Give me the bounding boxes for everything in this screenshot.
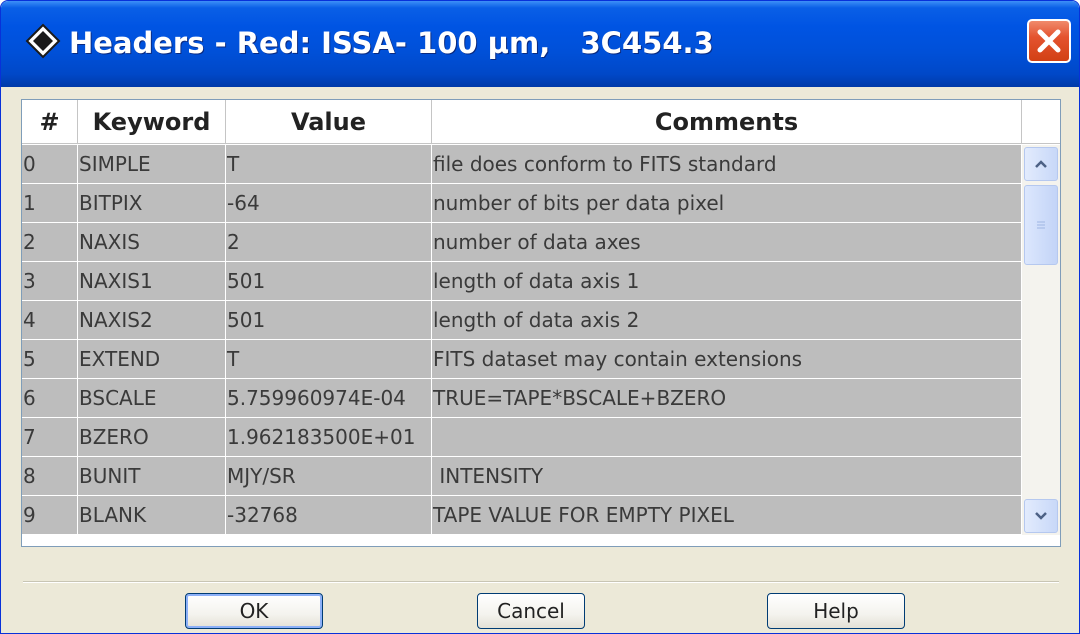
row-number: 1 [22, 184, 78, 223]
keyword-cell: NAXIS [78, 223, 226, 262]
keyword-cell: BUNIT [78, 457, 226, 496]
cancel-button[interactable]: Cancel [477, 593, 585, 629]
row-number: 9 [22, 496, 78, 535]
comment-cell: TAPE VALUE FOR EMPTY PIXEL [432, 496, 1022, 535]
table-row[interactable]: 3 NAXIS1 501 length of data axis 1 [22, 262, 1022, 301]
table-row[interactable]: 4 NAXIS2 501 length of data axis 2 [22, 301, 1022, 340]
keyword-cell: BITPIX [78, 184, 226, 223]
close-button[interactable] [1027, 19, 1071, 63]
ok-button[interactable]: OK [185, 593, 323, 629]
keyword-cell: NAXIS1 [78, 262, 226, 301]
scroll-up-button[interactable] [1024, 147, 1058, 181]
chevron-down-icon [1035, 512, 1047, 520]
column-header-value[interactable]: Value [226, 100, 432, 144]
row-number: 0 [22, 145, 78, 184]
column-header-keyword[interactable]: Keyword [78, 100, 226, 144]
table-row[interactable]: 2 NAXIS 2 number of data axes [22, 223, 1022, 262]
keyword-cell: BSCALE [78, 379, 226, 418]
comment-cell: number of data axes [432, 223, 1022, 262]
comment-cell: FITS dataset may contain extensions [432, 340, 1022, 379]
value-cell: MJY/SR [226, 457, 432, 496]
comment-cell: length of data axis 1 [432, 262, 1022, 301]
value-cell: 5.759960974E-04 [226, 379, 432, 418]
comment-cell: number of bits per data pixel [432, 184, 1022, 223]
diamond-app-icon [25, 23, 61, 59]
keyword-cell: NAXIS2 [78, 301, 226, 340]
help-button[interactable]: Help [767, 593, 905, 629]
row-number: 2 [22, 223, 78, 262]
row-number: 8 [22, 457, 78, 496]
keyword-cell: BZERO [78, 418, 226, 457]
value-cell: 501 [226, 301, 432, 340]
close-x-icon [1037, 29, 1061, 53]
comment-cell: file does conform to FITS standard [432, 145, 1022, 184]
table-row[interactable]: 7 BZERO 1.962183500E+01 [22, 418, 1022, 457]
comment-cell: TRUE=TAPE*BSCALE+BZERO [432, 379, 1022, 418]
scroll-down-button[interactable] [1024, 499, 1058, 533]
comment-cell [432, 418, 1022, 457]
value-cell: -64 [226, 184, 432, 223]
value-cell: -32768 [226, 496, 432, 535]
value-cell: T [226, 340, 432, 379]
title-bar[interactable]: Headers - Red: ISSA- 100 µm, 3C454.3 [1, 1, 1079, 87]
value-cell: 501 [226, 262, 432, 301]
grip-lines-icon [1037, 221, 1045, 229]
vertical-scrollbar[interactable] [1022, 145, 1060, 535]
value-cell: 2 [226, 223, 432, 262]
table-row[interactable]: 9 BLANK -32768 TAPE VALUE FOR EMPTY PIXE… [22, 496, 1022, 535]
table-body: 0 SIMPLE T file does conform to FITS sta… [22, 145, 1022, 535]
header-corner [1022, 100, 1060, 144]
comment-cell: length of data axis 2 [432, 301, 1022, 340]
table-row[interactable]: 5 EXTEND T FITS dataset may contain exte… [22, 340, 1022, 379]
table-row[interactable]: 0 SIMPLE T file does conform to FITS sta… [22, 145, 1022, 184]
table-row[interactable]: 8 BUNIT MJY/SR INTENSITY [22, 457, 1022, 496]
window-title: Headers - Red: ISSA- 100 µm, 3C454.3 [69, 26, 714, 60]
row-number: 6 [22, 379, 78, 418]
value-cell: 1.962183500E+01 [226, 418, 432, 457]
table-row[interactable]: 6 BSCALE 5.759960974E-04 TRUE=TAPE*BSCAL… [22, 379, 1022, 418]
column-header-number[interactable]: # [22, 100, 78, 144]
comment-cell: INTENSITY [432, 457, 1022, 496]
value-cell: T [226, 145, 432, 184]
row-number: 3 [22, 262, 78, 301]
divider [23, 581, 1059, 583]
row-number: 5 [22, 340, 78, 379]
column-header-comments[interactable]: Comments [432, 100, 1022, 144]
keyword-cell: EXTEND [78, 340, 226, 379]
headers-table: # Keyword Value Comments 0 SIMPLE T file… [21, 99, 1061, 547]
row-number: 7 [22, 418, 78, 457]
keyword-cell: SIMPLE [78, 145, 226, 184]
table-row[interactable]: 1 BITPIX -64 number of bits per data pix… [22, 184, 1022, 223]
keyword-cell: BLANK [78, 496, 226, 535]
chevron-up-icon [1035, 160, 1047, 168]
scroll-thumb[interactable] [1024, 185, 1058, 265]
headers-dialog: Headers - Red: ISSA- 100 µm, 3C454.3 # K… [0, 0, 1080, 634]
row-number: 4 [22, 301, 78, 340]
